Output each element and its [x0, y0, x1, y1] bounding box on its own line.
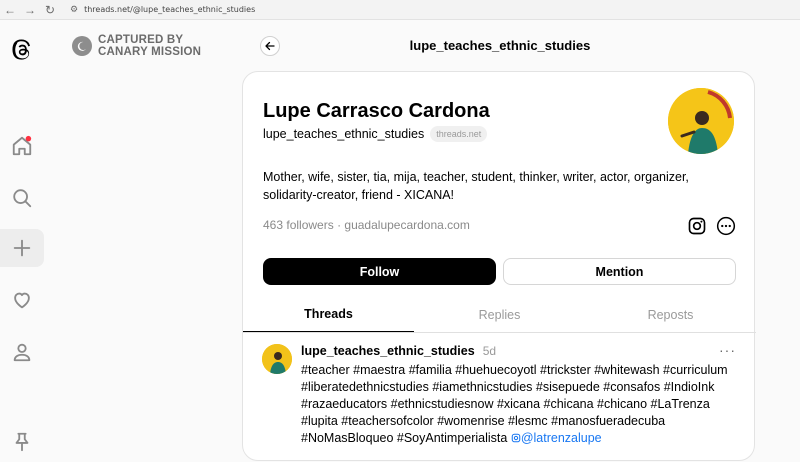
- profile-avatar[interactable]: [668, 88, 734, 154]
- profile-bio: Mother, wife, sister, tia, mija, teacher…: [263, 170, 689, 202]
- post-avatar[interactable]: [262, 344, 292, 374]
- reload-icon[interactable]: ↻: [40, 0, 60, 20]
- sidebar-nav: [0, 20, 44, 452]
- more-options-icon[interactable]: [716, 216, 736, 236]
- site-info-icon[interactable]: ⚙: [70, 5, 78, 15]
- canary-mission-watermark: CAPTURED BY CANARY MISSION: [72, 33, 202, 59]
- post-text: #teacher #maestra #familia #huehuecoyotl…: [301, 362, 741, 447]
- domain-badge[interactable]: threads.net: [430, 126, 488, 142]
- instagram-icon[interactable]: [687, 216, 707, 236]
- meta-separator: ·: [337, 218, 342, 232]
- tab-threads[interactable]: Threads: [243, 297, 414, 332]
- threads-logo-icon[interactable]: [0, 30, 44, 70]
- follow-button[interactable]: Follow: [263, 258, 496, 285]
- profile-tabs: Threads Replies Reposts: [243, 297, 756, 333]
- browser-toolbar: ← → ↻ ⚙ threads.net/@lupe_teaches_ethnic…: [0, 0, 800, 20]
- url-text: threads.net/@lupe_teaches_ethnic_studies: [84, 5, 256, 14]
- profile-card: Lupe Carrasco Cardona lupe_teaches_ethni…: [242, 71, 756, 461]
- page-title: lupe_teaches_ethnic_studies: [409, 38, 591, 53]
- heart-icon[interactable]: [0, 280, 44, 320]
- profile-handle: lupe_teaches_ethnic_studies: [263, 127, 425, 141]
- profile-meta: 463 followers · guadalupecardona.com: [263, 218, 470, 232]
- plus-icon[interactable]: [0, 228, 44, 268]
- watermark-text: CAPTURED BY CANARY MISSION: [98, 34, 202, 58]
- back-arrow-icon[interactable]: ←: [0, 0, 20, 20]
- post-timestamp: 5d: [482, 344, 497, 358]
- profile-name: Lupe Carrasco Cardona: [263, 100, 490, 122]
- instagram-mini-icon: [511, 433, 521, 443]
- post-username[interactable]: lupe_teaches_ethnic_studies: [301, 344, 475, 358]
- canary-logo-icon: [72, 36, 92, 56]
- home-icon[interactable]: [0, 126, 44, 166]
- post-more-icon[interactable]: ···: [719, 342, 736, 358]
- pin-icon[interactable]: [0, 422, 44, 462]
- followers-count[interactable]: 463 followers: [263, 218, 334, 232]
- website-link[interactable]: guadalupecardona.com: [344, 218, 469, 232]
- post-header: lupe_teaches_ethnic_studies 5d: [301, 344, 496, 358]
- post-mention-link[interactable]: @latrenzalupe: [511, 431, 602, 445]
- mention-button[interactable]: Mention: [503, 258, 736, 285]
- tab-reposts[interactable]: Reposts: [585, 297, 756, 332]
- search-icon[interactable]: [0, 178, 44, 218]
- tab-replies[interactable]: Replies: [414, 297, 585, 332]
- arrow-left-icon: [265, 41, 275, 51]
- handle-row: lupe_teaches_ethnic_studies threads.net: [263, 126, 488, 142]
- profile-icon[interactable]: [0, 332, 44, 372]
- forward-arrow-icon[interactable]: →: [20, 0, 40, 20]
- back-button[interactable]: [260, 36, 280, 56]
- address-bar[interactable]: ⚙ threads.net/@lupe_teaches_ethnic_studi…: [64, 2, 261, 18]
